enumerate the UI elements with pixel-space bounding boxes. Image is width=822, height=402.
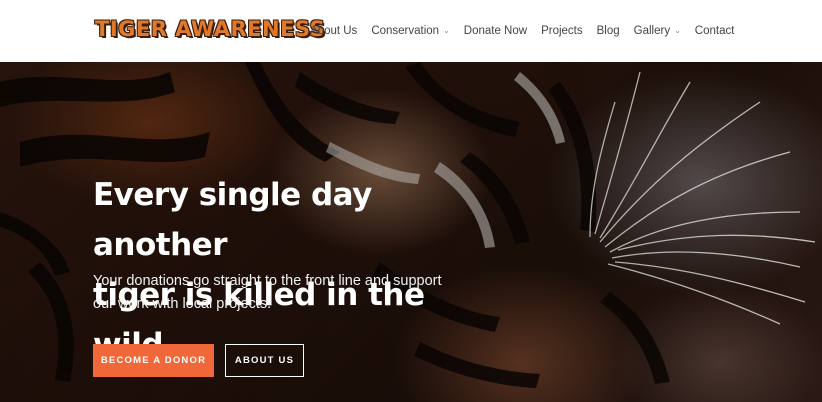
hero-subtext-line: our work with local projects. — [93, 296, 272, 312]
nav-item-label: Conservation — [371, 25, 440, 37]
nav-item-contact[interactable]: Contact — [695, 25, 735, 37]
nav-item-projects[interactable]: Projects — [541, 25, 583, 37]
about-us-button[interactable]: ABOUT US — [225, 344, 304, 377]
nav-item-label: Projects — [541, 25, 583, 37]
become-a-donor-button[interactable]: BECOME A DONOR — [93, 344, 214, 377]
hero-headline-line: Every single day another — [93, 177, 372, 263]
nav-item-gallery[interactable]: Gallery ⌄ — [634, 25, 681, 37]
nav-item-about-us[interactable]: About Us — [310, 25, 357, 37]
site-header: TIGER AWARENESS About Us Conservation ⌄ … — [0, 0, 822, 62]
site-logo[interactable]: TIGER AWARENESS — [95, 17, 325, 41]
nav-item-conservation[interactable]: Conservation ⌄ — [371, 25, 449, 37]
nav-item-label: Contact — [694, 25, 735, 37]
chevron-down-icon: ⌄ — [443, 26, 450, 35]
nav-item-label: Blog — [596, 25, 620, 37]
main-nav: About Us Conservation ⌄ Donate Now Proje… — [310, 0, 748, 62]
nav-item-label: About Us — [310, 25, 358, 37]
hero-subtext-line: Your donations go straight to the front … — [93, 273, 442, 289]
nav-item-label: Donate Now — [463, 25, 528, 37]
hero-subtext: Your donations go straight to the front … — [93, 270, 453, 316]
nav-item-donate-now[interactable]: Donate Now — [464, 25, 527, 37]
chevron-down-icon: ⌄ — [674, 26, 681, 35]
nav-item-blog[interactable]: Blog — [597, 25, 620, 37]
nav-item-label: Gallery — [633, 25, 671, 37]
hero-section: Every single day another tiger is killed… — [0, 62, 822, 402]
